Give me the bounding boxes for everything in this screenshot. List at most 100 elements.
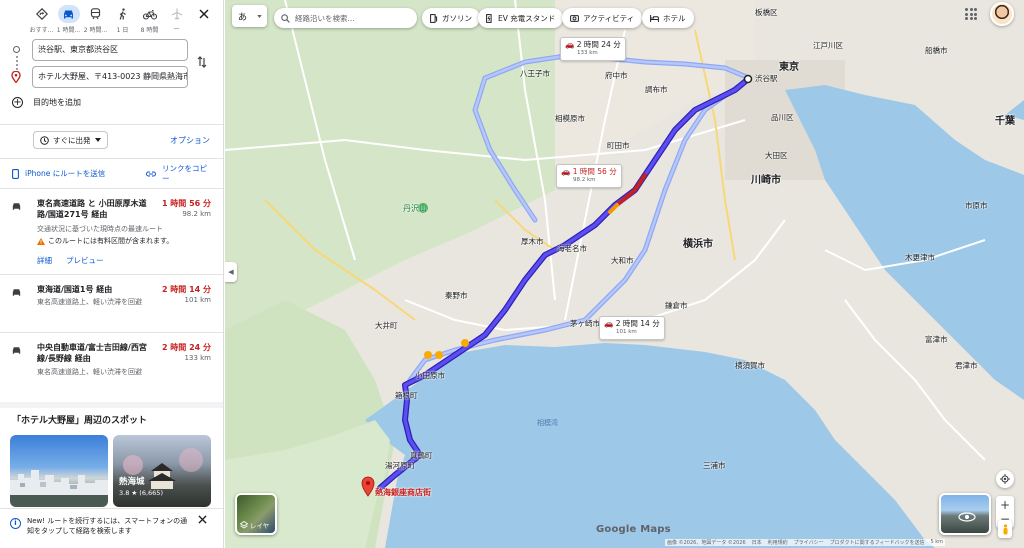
close-toast-button[interactable] xyxy=(198,515,207,527)
divider xyxy=(0,332,223,333)
chip-gas[interactable]: ガソリン xyxy=(422,8,480,28)
phone-icon xyxy=(12,168,19,179)
route-distance: 133 km xyxy=(184,354,211,362)
chip-ev[interactable]: EV 充電スタンド xyxy=(478,8,564,28)
map-label: 大和市 xyxy=(611,256,634,265)
route-description: 東名高速道路上、軽い渋滞を回避 xyxy=(37,298,142,306)
copy-link-button[interactable]: リンクをコピー xyxy=(146,164,207,184)
travel-mode-bar: おすす... 1 時間... 2 時間... 1 日 8 時間 — xyxy=(0,0,223,39)
divider xyxy=(0,188,223,189)
map-label: 厚木市 xyxy=(521,237,544,246)
mode-bike[interactable]: 8 時間 xyxy=(136,5,163,39)
close-icon xyxy=(198,515,207,524)
swap-icon xyxy=(197,56,207,68)
map-label: 三浦市 xyxy=(703,461,726,470)
route-name: 東海道/国道1号 経由 xyxy=(37,285,113,294)
layers-button[interactable]: レイヤ xyxy=(235,493,277,535)
map-label: 品川区 xyxy=(771,113,794,122)
preview-link[interactable]: プレビュー xyxy=(66,255,104,266)
route-label-tokaido[interactable]: 🚗 2 時間 14 分 101 km xyxy=(599,316,665,340)
divider xyxy=(0,274,223,275)
chip-hotels[interactable]: ホテル xyxy=(642,8,694,28)
route-option-2[interactable]: 東海道/国道1号 経由 2 時間 14 分 101 km 東名高速道路上、軽い渋… xyxy=(0,284,223,328)
mode-walk[interactable]: 1 日 xyxy=(109,5,136,39)
route-distance: 101 km xyxy=(184,296,211,304)
destination-input[interactable]: ホテル大野屋、〒413-0023 静岡県熱海市 xyxy=(32,66,188,88)
route-name: 中央自動車道/富士吉田線/西宮線/長野線 経由 xyxy=(37,343,147,363)
map-label: 富津市 xyxy=(925,335,948,344)
route-option-1[interactable]: 東名高速道路 と 小田原厚木道路/国道271号 経由 1 時間 56 分 98.… xyxy=(0,198,223,268)
mode-flight[interactable]: — xyxy=(163,5,190,39)
route-label-selected[interactable]: 🚗 1 時間 56 分 98.2 km xyxy=(556,164,622,188)
send-to-iphone-button[interactable]: iPhone にルートを送信 xyxy=(12,168,105,179)
spot-card-2[interactable]: 熱海城 3.8 ★ (6,665) xyxy=(113,435,211,507)
route-time: 2 時間 14 分 xyxy=(161,285,211,294)
map-label: 君津市 xyxy=(955,361,978,370)
swap-waypoints-button[interactable] xyxy=(197,56,207,71)
close-directions-button[interactable] xyxy=(196,6,212,22)
zoom-in-button[interactable]: + xyxy=(1000,498,1010,512)
map-label: 府中市 xyxy=(605,71,628,80)
destination-pin-icon xyxy=(11,70,21,86)
mode-train[interactable]: 2 時間... xyxy=(82,5,109,39)
waypoint-inputs: 渋谷駅、東京都渋谷区 ホテル大野屋、〒413-0023 静岡県熱海市 + 目的地… xyxy=(0,38,223,118)
map-label: 八王子市 xyxy=(520,69,550,78)
ev-charger-icon xyxy=(486,13,492,23)
mode-recommended[interactable]: おすす... xyxy=(28,5,55,39)
info-icon: i xyxy=(10,518,21,529)
depart-now-dropdown[interactable]: すぐに出発 xyxy=(33,131,108,149)
train-icon xyxy=(85,5,107,23)
collapse-panel-button[interactable]: ◀ xyxy=(225,262,237,282)
chevron-left-icon: ◀ xyxy=(228,268,234,276)
chip-activities[interactable]: アクティビティ xyxy=(562,8,643,28)
route-name: 東名高速道路 と 小田原厚木道路/国道271号 経由 xyxy=(37,199,147,219)
map-label: 鎌倉市 xyxy=(665,301,688,310)
map-label: 東京 xyxy=(779,62,799,73)
clock-icon xyxy=(40,135,49,145)
route-option-3[interactable]: 中央自動車道/富士吉田線/西宮線/長野線 経由 2 時間 24 分 133 km… xyxy=(0,342,223,396)
route-label-chuo[interactable]: 🚗 2 時間 24 分 133 km xyxy=(560,37,626,61)
mode-car[interactable]: 1 時間... xyxy=(55,5,82,39)
map-label: 湯河原町 xyxy=(385,461,415,470)
add-destination-button[interactable]: + 目的地を追加 xyxy=(12,97,81,108)
warning-icon xyxy=(37,237,45,245)
pegman-button[interactable] xyxy=(998,520,1012,538)
map-canvas[interactable]: 東京 渋谷駅 川崎市 横浜市 千葉 八王子市 相模原市 丹沢山 厚木市 海老名市… xyxy=(225,0,1024,548)
search-along-route-input[interactable]: 経路沿いを検索... xyxy=(274,8,417,28)
street-view-thumbnail[interactable] xyxy=(939,493,991,535)
bed-icon xyxy=(650,14,659,22)
language-toggle[interactable]: あ xyxy=(232,5,267,27)
spot-photo xyxy=(10,470,108,507)
send-to-iphone-label: iPhone にルートを送信 xyxy=(25,169,106,178)
privacy-link[interactable]: プライバシー xyxy=(794,539,824,546)
apps-grid-button[interactable] xyxy=(965,8,977,20)
add-destination-label: 目的地を追加 xyxy=(33,98,81,107)
map-label: 船橋市 xyxy=(925,46,948,55)
search-icon xyxy=(281,13,290,23)
details-link[interactable]: 詳細 xyxy=(37,255,52,266)
route-description: 東名高速道路上、軽い渋滞を回避 xyxy=(37,368,142,376)
divider xyxy=(0,158,223,159)
map-label: 丹沢山 xyxy=(403,204,427,213)
link-icon xyxy=(146,171,156,177)
my-location-button[interactable] xyxy=(996,470,1014,488)
account-avatar[interactable] xyxy=(990,2,1014,26)
feedback-link[interactable]: プロダクトに関するフィードバックを送信 xyxy=(830,539,925,546)
caret-down-icon xyxy=(94,138,101,142)
spot-card-1[interactable] xyxy=(10,435,108,507)
map-label: 秦野市 xyxy=(445,291,468,300)
terms-link[interactable]: 利用規約 xyxy=(768,539,788,546)
scale-label: 5 km xyxy=(930,539,944,545)
options-link[interactable]: オプション xyxy=(170,135,210,146)
pegman-icon xyxy=(1003,523,1007,534)
map-label: 大井町 xyxy=(375,321,398,330)
flight-icon xyxy=(166,5,188,23)
map-base xyxy=(225,0,1024,548)
map-label: 横須賀市 xyxy=(735,361,765,370)
diamond-directions-icon xyxy=(31,5,53,23)
maps-app: おすす... 1 時間... 2 時間... 1 日 8 時間 — 渋谷駅、東京… xyxy=(0,0,1024,548)
map-label: 板橋区 xyxy=(755,8,778,17)
copy-link-label: リンクをコピー xyxy=(162,164,207,183)
directions-panel: おすす... 1 時間... 2 時間... 1 日 8 時間 — 渋谷駅、東京… xyxy=(0,0,224,548)
origin-input[interactable]: 渋谷駅、東京都渋谷区 xyxy=(32,39,188,61)
